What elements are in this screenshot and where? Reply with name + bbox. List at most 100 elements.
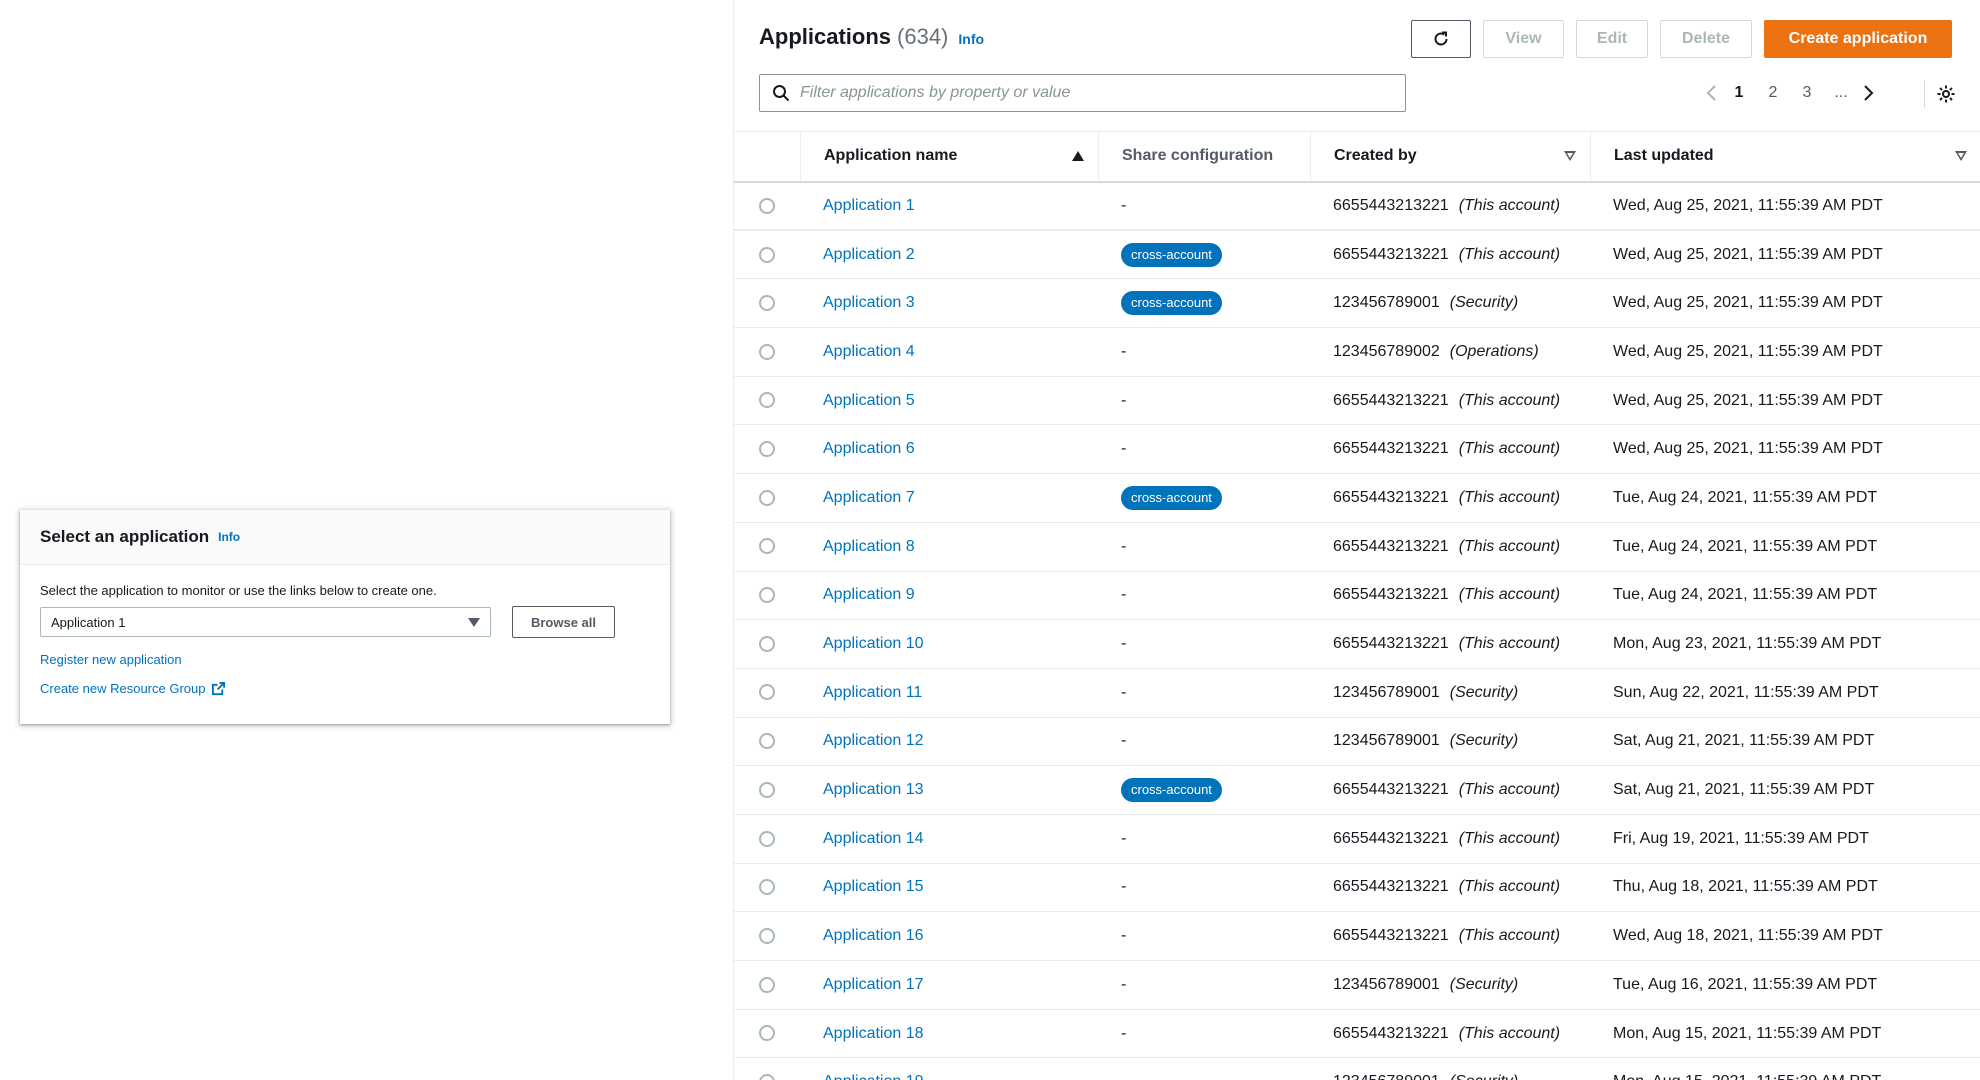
last-updated-cell: Tue, Aug 24, 2021, 11:55:39 AM PDT	[1590, 522, 1980, 572]
applications-table: Application name Share configuration Cre…	[734, 131, 1980, 1080]
row-radio-button[interactable]	[759, 538, 775, 555]
application-link[interactable]: Application 7	[823, 489, 915, 506]
next-page-button[interactable]	[1858, 80, 1880, 106]
application-link[interactable]: Application 14	[823, 830, 924, 847]
row-radio-button[interactable]	[759, 781, 775, 798]
row-radio-button[interactable]	[759, 927, 775, 944]
account-note: (This account)	[1458, 927, 1561, 945]
account-note: (Security)	[1449, 294, 1519, 312]
application-name-cell: Application 5	[800, 376, 1098, 426]
account-note: (Security)	[1449, 975, 1519, 993]
table-row[interactable]: Application 18 - 6655443213221 (This acco…	[734, 1009, 1980, 1059]
application-link[interactable]: Application 13	[823, 781, 924, 798]
page-2[interactable]: 2	[1756, 84, 1790, 102]
application-link[interactable]: Application 8	[823, 538, 915, 555]
application-link[interactable]: Application 16	[823, 927, 924, 944]
application-link[interactable]: Application 10	[823, 635, 924, 652]
row-radio-button[interactable]	[759, 684, 775, 701]
table-row[interactable]: Application 19 - 123456789001(Security) …	[734, 1057, 1980, 1080]
table-row[interactable]: Application 2 cross-account 665544321322…	[734, 230, 1980, 280]
pagination: 1 2 3 ...	[1700, 80, 1880, 106]
application-link[interactable]: Application 4	[823, 343, 915, 360]
refresh-button[interactable]	[1411, 20, 1471, 58]
row-radio-button[interactable]	[759, 246, 775, 263]
application-link[interactable]: Application 17	[823, 976, 924, 993]
share-configuration-cell: -	[1098, 181, 1310, 232]
row-radio-button[interactable]	[759, 489, 775, 506]
card-title: Select an application	[40, 527, 210, 546]
previous-page-button[interactable]	[1700, 80, 1722, 106]
delete-button[interactable]: Delete	[1660, 20, 1752, 58]
table-row[interactable]: Application 4 - 123456789002 (Operations)…	[734, 327, 1980, 377]
filter-input[interactable]	[800, 84, 1380, 102]
application-link[interactable]: Application 11	[823, 684, 922, 701]
create-resource-group-link[interactable]: Create new Resource Group	[40, 681, 650, 696]
table-row[interactable]: Application 14 - 6655443213221 (This acco…	[734, 814, 1980, 864]
created-by-cell: 123456789001 (Security)	[1310, 278, 1590, 329]
row-radio-button[interactable]	[759, 1025, 775, 1042]
table-row[interactable]: Application 12 - 123456789001 (Security) …	[734, 717, 1980, 767]
table-row[interactable]: Application 10 - 6655443213221 (This acco…	[734, 619, 1980, 669]
table-row[interactable]: Application 3 cross-account 123456789001…	[734, 278, 1980, 329]
row-radio-button[interactable]	[759, 441, 775, 458]
edit-button[interactable]: Edit	[1576, 20, 1648, 58]
application-link[interactable]: Application 18	[823, 1025, 924, 1042]
table-settings-button[interactable]	[1924, 80, 1956, 108]
row-radio-button[interactable]	[759, 392, 775, 409]
create-application-button[interactable]: Create application	[1764, 20, 1952, 58]
row-radio-button[interactable]	[759, 976, 775, 993]
table-row[interactable]: Application 5 - 6655443213221 (This accou…	[734, 376, 1980, 426]
view-button[interactable]: View	[1483, 20, 1564, 58]
share-value: -	[1121, 975, 1127, 993]
browse-all-button[interactable]: Browse all	[512, 606, 615, 638]
row-radio-button[interactable]	[759, 879, 775, 896]
table-row[interactable]: Application 13 cross-account 66554432132…	[734, 765, 1980, 815]
row-radio-button[interactable]	[759, 197, 775, 214]
application-select[interactable]: Application 1	[40, 607, 491, 637]
created-by-cell: 6655443213221 (This account)	[1310, 230, 1590, 280]
row-radio-button[interactable]	[759, 343, 775, 360]
table-row[interactable]: Application 17 - 123456789001 (Security) …	[734, 960, 1980, 1010]
application-link[interactable]: Application 6	[823, 440, 915, 457]
column-last-updated[interactable]: Last updated	[1590, 131, 1980, 183]
table-row[interactable]: Application 9 - 6655443213221 (This accou…	[734, 571, 1980, 621]
account-note: (This account)	[1458, 245, 1561, 263]
row-radio-button[interactable]	[759, 1073, 775, 1080]
table-row[interactable]: Application 7 cross-account 665544321322…	[734, 473, 1980, 523]
column-application-name[interactable]: Application name	[800, 131, 1098, 183]
row-radio-button[interactable]	[759, 830, 775, 847]
row-radio-button[interactable]	[759, 635, 775, 652]
share-configuration-cell: -	[1098, 814, 1310, 864]
application-link[interactable]: Application 9	[823, 586, 915, 603]
register-application-label: Register new application	[40, 652, 182, 667]
card-info-link[interactable]: Info	[218, 530, 240, 544]
table-row[interactable]: Application 8 - 6655443213221 (This accou…	[734, 522, 1980, 572]
select-row: Application 1 Browse all	[40, 606, 650, 638]
column-application-name-label: Application name	[824, 147, 958, 165]
application-link[interactable]: Application 3	[823, 294, 915, 311]
table-row[interactable]: Application 16 - 6655443213221 (This acco…	[734, 911, 1980, 961]
table-row[interactable]: Application 11 - 123456789001 (Security) …	[734, 668, 1980, 718]
column-created-by[interactable]: Created by	[1310, 131, 1590, 183]
column-last-updated-label: Last updated	[1614, 147, 1714, 165]
share-configuration-cell: -	[1098, 863, 1310, 913]
table-row[interactable]: Application 15 - 6655443213221 (This acco…	[734, 863, 1980, 913]
application-link[interactable]: Application 19	[823, 1073, 924, 1080]
page-3[interactable]: 3	[1790, 84, 1824, 102]
table-row[interactable]: Application 1 - 6655443213221 (This accou…	[734, 181, 1980, 232]
row-radio-button[interactable]	[759, 587, 775, 604]
register-application-link[interactable]: Register new application	[40, 652, 650, 667]
applications-count: (634)	[897, 24, 949, 49]
application-link[interactable]: Application 5	[823, 392, 915, 409]
account-id: 6655443213221	[1333, 391, 1449, 409]
application-link[interactable]: Application 12	[823, 732, 924, 749]
application-link[interactable]: Application 15	[823, 878, 924, 895]
row-radio-button[interactable]	[759, 733, 775, 750]
panel-info-link[interactable]: Info	[958, 31, 984, 47]
application-link[interactable]: Application 1	[823, 197, 915, 214]
row-radio-button[interactable]	[759, 294, 775, 311]
filter-field[interactable]	[759, 74, 1406, 112]
table-row[interactable]: Application 6 - 6655443213221 (This accou…	[734, 424, 1980, 475]
page-1[interactable]: 1	[1722, 84, 1756, 102]
application-link[interactable]: Application 2	[823, 246, 915, 263]
